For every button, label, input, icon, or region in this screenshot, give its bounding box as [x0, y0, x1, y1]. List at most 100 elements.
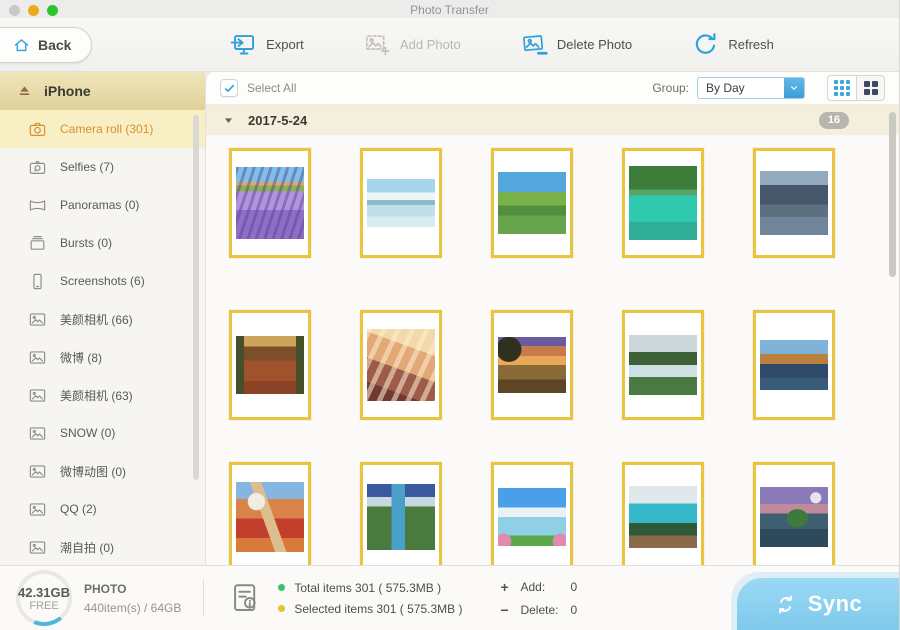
photo-thumbnail-fantasy-bridge[interactable] — [491, 462, 573, 565]
home-icon — [13, 37, 30, 54]
group-by-value: By Day — [698, 81, 784, 95]
photo-thumbnail-green-lake[interactable] — [491, 148, 573, 258]
add-photo-button[interactable]: Add Photo — [364, 31, 461, 58]
device-header[interactable]: iPhone — [0, 72, 205, 110]
moraine-lake-photo — [629, 486, 697, 548]
album-icon — [28, 348, 47, 367]
sunset-field-photo — [498, 337, 566, 393]
photo-thumbnail-lavender-field[interactable] — [229, 148, 311, 258]
delete-photo-button[interactable]: Delete Photo — [521, 31, 632, 58]
painted-village-photo — [236, 482, 304, 552]
album-list: Camera roll (301) Selfies (7) Panoramas … — [0, 110, 205, 566]
back-button[interactable]: Back — [0, 27, 92, 63]
view-toggle — [827, 75, 885, 101]
autumn-path-photo — [236, 336, 304, 394]
date-group-header[interactable]: 2017-5-24 16 — [206, 105, 899, 135]
valley-lake-photo — [629, 335, 697, 395]
photo-thumbnail-karst[interactable] — [753, 148, 835, 258]
album-icon — [28, 424, 47, 443]
sidebar-item-7[interactable]: 美颜相机 (63) — [0, 376, 205, 414]
photo-thumbnail-valley-lake[interactable] — [622, 310, 704, 420]
small-grid-view-button[interactable] — [828, 76, 856, 100]
panorama-icon — [28, 196, 47, 215]
sidebar-item-1[interactable]: Selfies (7) — [0, 148, 205, 186]
photo-thumbnail-canyon-rays[interactable] — [360, 310, 442, 420]
add-photo-icon — [364, 31, 391, 58]
back-label: Back — [38, 37, 71, 53]
add-value: 0 — [570, 580, 590, 594]
fantasy-bridge-photo — [498, 488, 566, 546]
small-grid-icon — [834, 80, 850, 96]
large-grid-icon — [864, 81, 878, 95]
photo-row — [229, 310, 899, 420]
sidebar-scrollbar[interactable] — [193, 115, 199, 480]
sidebar-item-2[interactable]: Panoramas (0) — [0, 186, 205, 224]
album-icon — [28, 386, 47, 405]
sidebar-item-3[interactable]: Bursts (0) — [0, 224, 205, 262]
phone-icon — [28, 272, 47, 291]
total-items-text: Total items 301 ( 575.3MB ) — [294, 581, 441, 595]
sidebar-item-5[interactable]: 美颜相机 (66) — [0, 300, 205, 338]
sync-icon — [774, 593, 797, 616]
refresh-button[interactable]: Refresh — [692, 31, 774, 58]
sidebar-item-9[interactable]: 微博动图 (0) — [0, 452, 205, 490]
free-space-label: FREE — [29, 600, 58, 612]
collapse-triangle-icon[interactable] — [222, 114, 235, 127]
titlebar: Photo Transfer — [0, 0, 899, 18]
album-icon — [28, 310, 47, 329]
add-label: Add: — [520, 580, 570, 594]
selected-items-dot — [278, 605, 285, 612]
select-all-checkbox[interactable] — [220, 79, 238, 97]
export-button[interactable]: Export — [230, 31, 304, 58]
lagoon-photo — [629, 166, 697, 240]
window-title: Photo Transfer — [0, 3, 899, 17]
photo-thumbnail-autumn-path[interactable] — [229, 310, 311, 420]
statusbar: 42.31GB FREE PHOTO 440item(s) / 64GB Tot… — [0, 565, 899, 630]
group-by-dropdown[interactable]: By Day — [697, 77, 805, 99]
sidebar-item-11[interactable]: 潮自拍 (0) — [0, 528, 205, 566]
sync-label: Sync — [808, 591, 863, 617]
toolbar: Back Export Add Photo Delete Photo Refre… — [0, 18, 899, 72]
dropdown-button[interactable] — [784, 78, 804, 98]
photo-thumbnail-autumn-lake[interactable] — [753, 310, 835, 420]
autumn-lake-photo — [760, 340, 828, 390]
canyon-rays-photo — [367, 329, 435, 401]
camera-icon — [28, 120, 47, 139]
photo-thumbnail-river-valley[interactable] — [360, 462, 442, 565]
plus-icon: + — [500, 579, 520, 595]
photo-thumbnail-lagoon[interactable] — [622, 148, 704, 258]
photo-thumbnail-painted-village[interactable] — [229, 462, 311, 565]
group-label: Group: — [652, 81, 689, 95]
delete-photo-icon — [521, 31, 548, 58]
photo-transfer-window: { "window": { "title": "Photo Transfer" … — [0, 0, 900, 630]
date-group-count-badge: 16 — [819, 112, 849, 129]
minus-icon: − — [500, 602, 520, 618]
check-icon — [223, 82, 236, 95]
glacier-lake-photo — [367, 179, 435, 227]
sidebar-item-8[interactable]: SNOW (0) — [0, 414, 205, 452]
storage-gauge: 42.31GB FREE — [16, 570, 72, 626]
photo-thumbnail-island-dusk[interactable] — [753, 462, 835, 565]
eject-icon[interactable] — [16, 83, 33, 100]
refresh-icon — [692, 31, 719, 58]
select-all-label: Select All — [247, 81, 296, 95]
photo-thumbnail-moraine-lake[interactable] — [622, 462, 704, 565]
sync-button[interactable]: Sync — [737, 578, 899, 630]
selected-items-text: Selected items 301 ( 575.3MB ) — [294, 602, 462, 616]
photo-row — [229, 148, 899, 258]
sidebar-item-10[interactable]: QQ (2) — [0, 490, 205, 528]
photo-thumbnail-sunset-field[interactable] — [491, 310, 573, 420]
summary-info-icon — [228, 580, 262, 616]
sidebar-item-4[interactable]: Screenshots (6) — [0, 262, 205, 300]
main-scrollbar[interactable] — [889, 112, 896, 277]
sidebar: iPhone Camera roll (301) Selfies (7) Pan… — [0, 72, 205, 565]
large-grid-view-button[interactable] — [856, 76, 884, 100]
divider — [203, 579, 204, 617]
lavender-field-photo — [236, 167, 304, 239]
sidebar-item-6[interactable]: 微博 (8) — [0, 338, 205, 376]
karst-photo — [760, 171, 828, 235]
export-icon — [230, 31, 257, 58]
control-row: Select All Group: By Day — [206, 72, 899, 105]
sidebar-item-0[interactable]: Camera roll (301) — [0, 110, 205, 148]
photo-thumbnail-glacier-lake[interactable] — [360, 148, 442, 258]
